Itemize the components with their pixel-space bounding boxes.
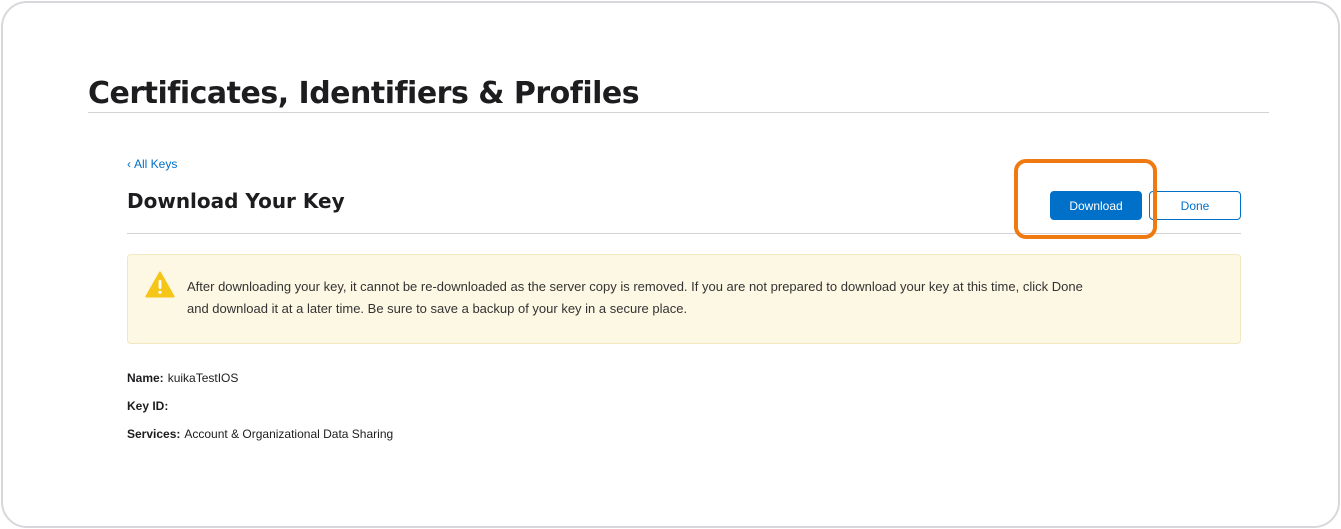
page-title: Certificates, Identifiers & Profiles xyxy=(88,76,640,111)
name-label: Name: xyxy=(127,371,164,385)
title-divider xyxy=(88,112,1269,113)
services-label: Services: xyxy=(127,427,181,441)
chevron-left-icon: ‹ xyxy=(127,157,131,171)
section-title: Download Your Key xyxy=(127,189,345,213)
warning-text: After downloading your key, it cannot be… xyxy=(187,279,1083,316)
services-value: Account & Organizational Data Sharing xyxy=(184,427,394,441)
back-to-all-keys-link[interactable]: ‹ All Keys xyxy=(127,157,177,171)
done-button[interactable]: Done xyxy=(1149,191,1241,220)
warning-alert: After downloading your key, it cannot be… xyxy=(127,254,1241,344)
services-row: Services: Account & Organizational Data S… xyxy=(127,427,393,441)
key-name-row: Name: kuikaTestIOS xyxy=(127,371,238,385)
download-highlight-annotation xyxy=(1014,159,1157,239)
back-link-label: All Keys xyxy=(134,157,178,171)
warning-icon xyxy=(145,271,175,298)
name-value: kuikaTestIOS xyxy=(167,371,239,385)
key-id-label: Key ID: xyxy=(127,399,169,413)
key-id-row: Key ID: xyxy=(127,399,172,413)
